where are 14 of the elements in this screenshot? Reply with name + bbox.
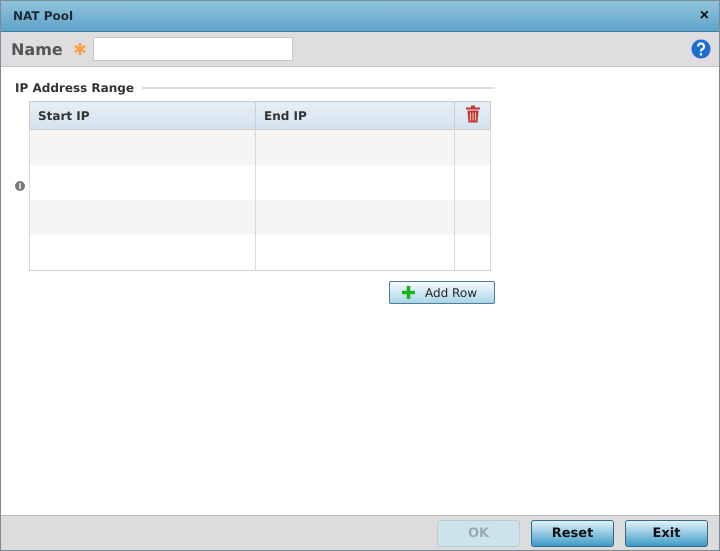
column-header: End IP bbox=[256, 102, 454, 130]
section-legend: IP Address Range bbox=[15, 81, 134, 95]
window-title: NAT Pool bbox=[13, 9, 74, 23]
name-field[interactable] bbox=[92, 37, 293, 61]
dialog-button[interactable]: Reset bbox=[531, 520, 614, 546]
add-row-button[interactable]: Add Row bbox=[389, 281, 495, 304]
column-header: Start IP bbox=[30, 102, 256, 130]
info-icon bbox=[15, 181, 25, 191]
help-icon[interactable] bbox=[691, 39, 711, 59]
name-label: Name bbox=[11, 40, 63, 58]
close-button[interactable]: × bbox=[698, 8, 711, 24]
plus-icon bbox=[402, 286, 415, 299]
dialog-button[interactable]: Exit bbox=[625, 520, 708, 546]
trash-icon[interactable] bbox=[464, 105, 480, 123]
